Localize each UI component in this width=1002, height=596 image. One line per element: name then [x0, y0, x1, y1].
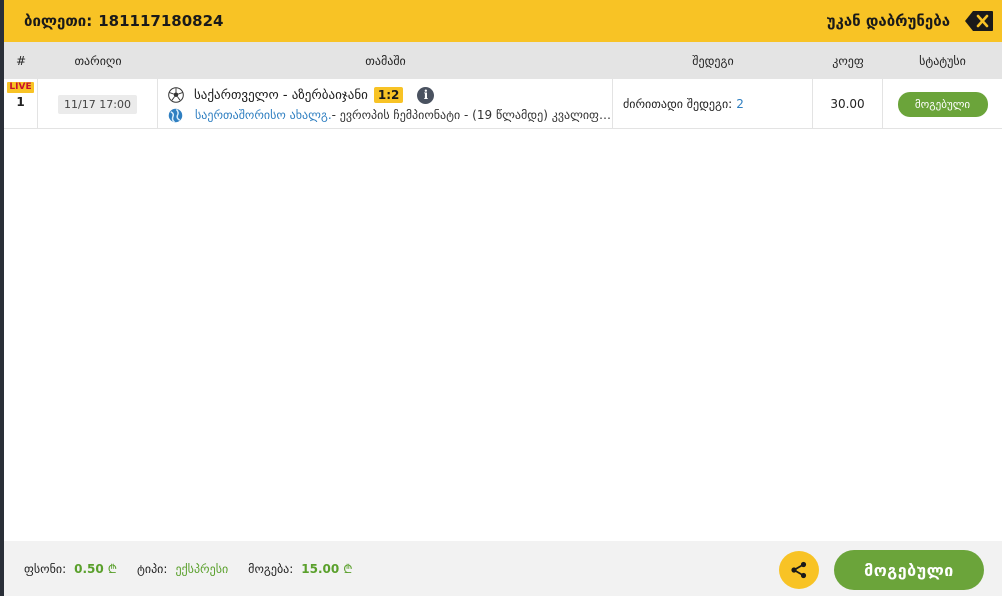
- row-status-cell: მოგებული: [883, 79, 1002, 129]
- ticket-modal: ბილეთი: 181117180824 უკან დაბრუნება # თა…: [4, 0, 1002, 596]
- currency-symbol: ₾: [343, 562, 353, 576]
- status-badge: მოგებული: [897, 91, 988, 117]
- globe-icon: [168, 108, 183, 123]
- row-game-cell: საქართველო - აზერბაიჯანი 1:2 i საერთაშორ…: [158, 79, 613, 129]
- currency-symbol: ₾: [107, 562, 118, 576]
- ticket-title: ბილეთი: 181117180824: [24, 12, 223, 30]
- ticket-id: 181117180824: [98, 12, 224, 30]
- row-result-cell: ძირითადი შედეგი: 2: [613, 79, 813, 129]
- type-label: ტიპი:: [137, 561, 168, 576]
- table-row: LIVE 1 11/17 17:00 საქართველო - აზერბაიჯ…: [4, 79, 1002, 129]
- live-badge: LIVE: [7, 82, 34, 93]
- match-line: საქართველო - აზერბაიჯანი 1:2 i: [168, 84, 435, 106]
- row-date-cell: 11/17 17:00: [38, 79, 158, 129]
- ticket-status-button[interactable]: მოგებული: [834, 550, 984, 590]
- score-badge: 1:2: [373, 87, 404, 103]
- table-header: # თარიღი თამაში შედეგი კოეფ სტატუსი: [4, 42, 1002, 79]
- share-icon: [791, 561, 807, 579]
- row-odds-cell: 30.00: [813, 79, 883, 129]
- col-date: თარიღი: [74, 53, 122, 68]
- ticket-label: ბილეთი:: [24, 12, 93, 30]
- back-button[interactable]: უკან დაბრუნება: [827, 10, 994, 32]
- col-result: შედეგი: [692, 53, 734, 68]
- row-number-cell: LIVE 1: [4, 79, 38, 129]
- col-number: #: [15, 53, 27, 68]
- match-name[interactable]: საქართველო - აზერბაიჯანი: [194, 88, 368, 103]
- win-label: მოგება:: [248, 561, 294, 576]
- col-game: თამაში: [365, 53, 406, 68]
- modal-header: ბილეთი: 181117180824 უკან დაბრუნება: [4, 0, 1002, 42]
- league-name: - ევროპის ჩემპიონატი - (19 წლამდე) კვალი…: [331, 108, 613, 122]
- type-value: ექსპრესი: [175, 561, 229, 576]
- league-line: საერთაშორისო ახალგ. - ევროპის ჩემპიონატი…: [168, 106, 613, 124]
- result-value: 2: [736, 97, 744, 111]
- type-summary: ტიპი: ექსპრესი: [137, 562, 228, 576]
- stake-label: ფსონი:: [24, 561, 67, 576]
- stake-summary: ფსონი: 0.50 ₾: [24, 560, 117, 577]
- share-button[interactable]: [779, 551, 819, 589]
- result-label: ძირითადი შედეგი:: [623, 97, 733, 111]
- date-chip: 11/17 17:00: [58, 94, 137, 114]
- stake-value: 0.50: [74, 561, 104, 576]
- col-status: სტატუსი: [919, 53, 966, 68]
- odds-value: 30.00: [830, 97, 865, 111]
- back-label: უკან დაბრუნება: [826, 12, 950, 30]
- win-summary: მოგება: 15.00 ₾: [248, 560, 352, 577]
- backspace-close-icon: [965, 11, 993, 31]
- league-sport: საერთაშორისო ახალგ.: [195, 108, 332, 122]
- info-icon[interactable]: i: [417, 86, 435, 104]
- row-index: 1: [16, 95, 25, 109]
- col-odds: კოეფ: [832, 53, 864, 68]
- win-value: 15.00: [301, 561, 340, 576]
- soccer-ball-icon: [168, 87, 184, 103]
